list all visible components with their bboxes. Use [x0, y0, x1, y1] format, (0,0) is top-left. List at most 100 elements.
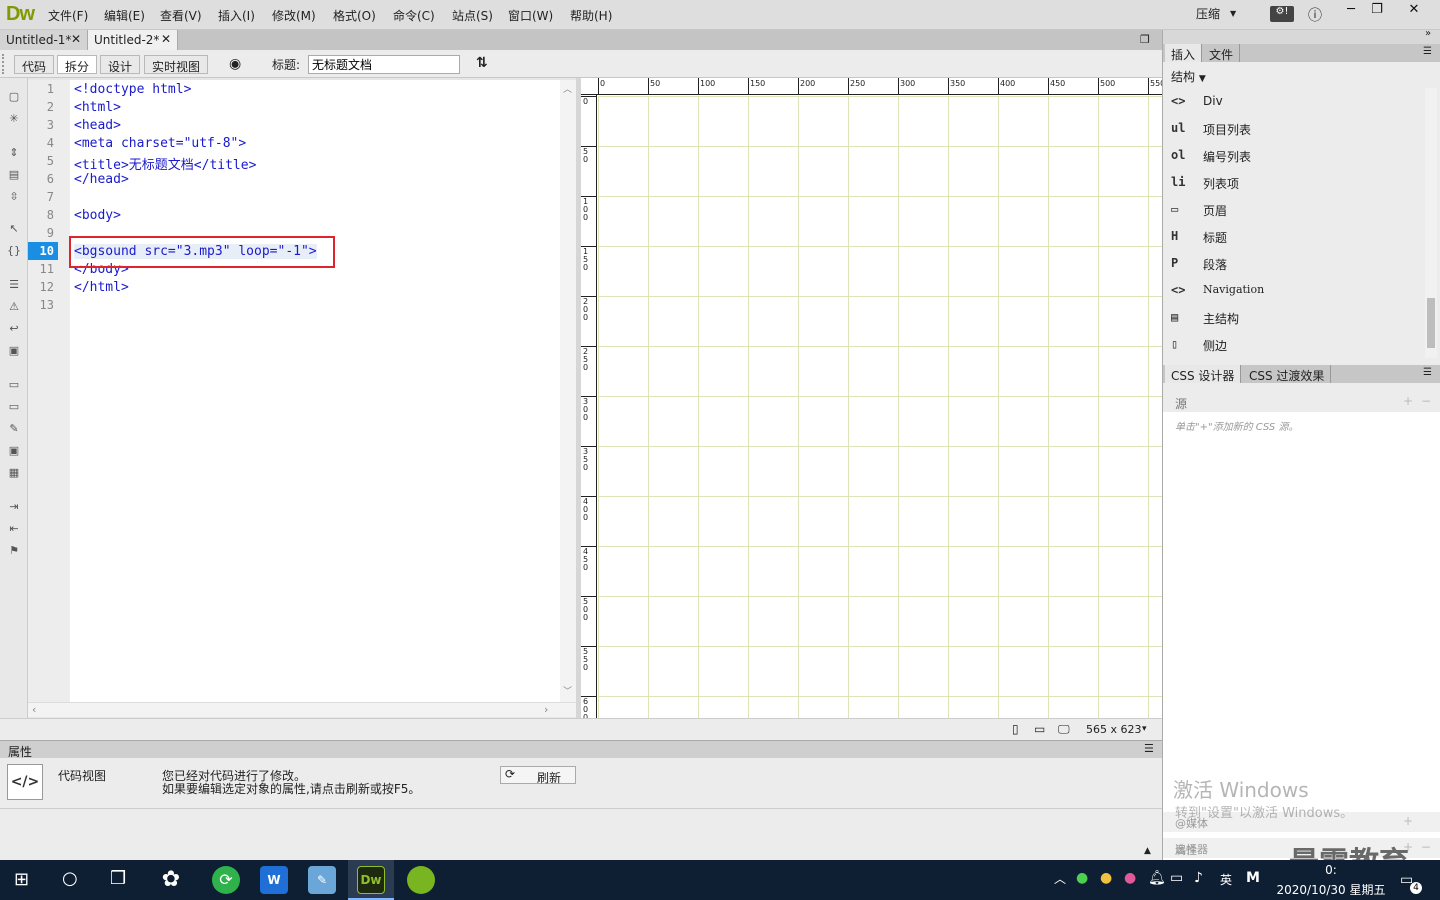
- recent-snippets-icon[interactable]: ▣: [5, 442, 23, 460]
- tab-css-designer[interactable]: CSS 设计器: [1165, 365, 1242, 383]
- network-icon[interactable]: ▭: [1170, 870, 1183, 886]
- info-icon[interactable]: ⓘ: [1308, 5, 1322, 25]
- globe-icon[interactable]: ◉: [229, 56, 241, 72]
- menu-insert[interactable]: 插入(I): [218, 7, 255, 24]
- outdent-code-icon[interactable]: ⇤: [5, 520, 23, 538]
- chevron-down-icon[interactable]: ▼: [1230, 9, 1236, 18]
- remove-comment-icon[interactable]: ▭: [5, 398, 23, 416]
- tab-files[interactable]: 文件: [1203, 44, 1241, 62]
- live-view-button[interactable]: 实时视图: [144, 55, 209, 74]
- insert-div[interactable]: <> Div: [1171, 92, 1431, 114]
- chevron-up-icon[interactable]: ︿: [1054, 870, 1066, 887]
- insert-list-item[interactable]: li 列表项: [1171, 173, 1431, 195]
- window-size-readout[interactable]: 565 x 623: [1086, 723, 1142, 736]
- panel-collapse-bar[interactable]: »: [1163, 28, 1440, 44]
- code-view-button[interactable]: 代码: [14, 55, 55, 74]
- menu-window[interactable]: 窗口(W): [508, 7, 553, 24]
- code-line[interactable]: <body>: [74, 208, 121, 223]
- close-icon[interactable]: ✕: [71, 32, 81, 46]
- watermelon-player-icon[interactable]: [407, 866, 435, 894]
- ime-mode-icon[interactable]: M: [1246, 870, 1260, 886]
- windows-start-icon[interactable]: ⊞: [14, 870, 34, 890]
- insert-navigation[interactable]: <> Navigation: [1171, 281, 1431, 303]
- collapse-tag-icon[interactable]: ⇕: [5, 144, 23, 162]
- panel-menu-icon[interactable]: ☰: [1423, 46, 1432, 57]
- wechat-icon[interactable]: ●: [1076, 870, 1088, 886]
- panel-menu-icon[interactable]: ☰: [1144, 742, 1154, 755]
- collapse-panels-icon[interactable]: »: [1425, 28, 1431, 39]
- collapse-selection-icon[interactable]: ▤: [5, 166, 23, 184]
- insert-ordered-list[interactable]: ol 编号列表: [1171, 146, 1431, 168]
- restore-document-icon[interactable]: ❐: [1140, 33, 1150, 46]
- remove-source-icon[interactable]: −: [1421, 394, 1431, 408]
- expand-all-icon[interactable]: ⇳: [5, 188, 23, 206]
- select-parent-tag-icon[interactable]: ↖: [5, 220, 23, 238]
- menu-edit[interactable]: 编辑(E): [104, 7, 145, 24]
- code-line[interactable]: <head>: [74, 118, 121, 133]
- qq-icon[interactable]: ●: [1100, 870, 1112, 886]
- tab-untitled-2[interactable]: Untitled-2* ✕: [88, 30, 178, 50]
- wrap-tag-icon[interactable]: ✎: [5, 420, 23, 438]
- design-view[interactable]: 0 50 100 150 200 250 300 350 400 450 500 550 0 50 100…: [581, 78, 1165, 722]
- split-view-button[interactable]: 拆分: [57, 55, 98, 74]
- tab-untitled-1[interactable]: Untitled-1* ✕: [0, 30, 88, 50]
- apply-comment-icon[interactable]: ▭: [5, 376, 23, 394]
- task-view-icon[interactable]: ❒: [110, 868, 126, 889]
- open-documents-icon[interactable]: ▢: [5, 88, 23, 106]
- move-css-icon[interactable]: ▦: [5, 464, 23, 482]
- wps-writer-icon[interactable]: W: [260, 866, 288, 894]
- workspace-switcher[interactable]: 压缩: [1196, 5, 1220, 22]
- menu-format[interactable]: 格式(O): [333, 7, 376, 24]
- clock-time[interactable]: 0:: [1276, 863, 1386, 877]
- search-icon[interactable]: ○: [62, 868, 78, 889]
- close-icon[interactable]: ✕: [161, 32, 171, 46]
- close-button[interactable]: ✕: [1394, 0, 1434, 20]
- tab-css-transitions[interactable]: CSS 过渡效果: [1243, 365, 1332, 383]
- add-media-icon[interactable]: +: [1403, 814, 1413, 828]
- code-line[interactable]: </html>: [74, 280, 129, 295]
- gear-icon[interactable]: ⚙!: [1270, 6, 1294, 22]
- browser-icon[interactable]: ⟳: [212, 866, 240, 894]
- notification-bell-icon[interactable]: 🔔︎: [1148, 870, 1166, 886]
- code-line[interactable]: <meta charset="utf-8">: [74, 136, 246, 151]
- dreamweaver-taskbar-icon[interactable]: Dw: [357, 866, 385, 894]
- ime-indicator[interactable]: 英: [1220, 871, 1232, 888]
- sort-icon[interactable]: ⇅: [476, 55, 488, 71]
- syntax-coloring-icon[interactable]: ▣: [5, 342, 23, 360]
- mobile-size-icon[interactable]: ▯: [1012, 722, 1019, 736]
- menu-modify[interactable]: 修改(M): [272, 7, 316, 24]
- code-line[interactable]: <title>无标题文档</title>: [74, 154, 256, 173]
- indent-code-icon[interactable]: ⇥: [5, 498, 23, 516]
- scroll-left-icon[interactable]: ‹: [32, 703, 36, 716]
- title-input[interactable]: [308, 55, 460, 74]
- insert-header[interactable]: ▭ 页眉: [1171, 200, 1431, 222]
- code-line[interactable]: </head>: [74, 172, 129, 187]
- highlight-invalid-code-icon[interactable]: ⚠: [5, 298, 23, 316]
- insert-paragraph[interactable]: P 段落: [1171, 254, 1431, 276]
- restore-button[interactable]: ❐: [1360, 0, 1394, 20]
- balance-braces-icon[interactable]: {}: [5, 242, 23, 260]
- insert-heading[interactable]: H 标题: [1171, 227, 1431, 249]
- scroll-right-icon[interactable]: ›: [544, 703, 548, 716]
- format-source-icon[interactable]: ⚑: [5, 542, 23, 560]
- desktop-size-icon[interactable]: 🖵: [1058, 722, 1070, 737]
- menu-commands[interactable]: 命令(C): [393, 7, 435, 24]
- scroll-thumb[interactable]: [1427, 298, 1435, 348]
- volume-icon[interactable]: ♪: [1194, 870, 1203, 886]
- refresh-button[interactable]: ⟳ 刷新: [500, 766, 576, 785]
- scroll-down-icon[interactable]: ﹀: [563, 684, 572, 697]
- code-vertical-scrollbar[interactable]: ︿ ﹀: [560, 80, 576, 702]
- insert-scrollbar[interactable]: [1425, 88, 1437, 358]
- menu-help[interactable]: 帮助(H): [570, 7, 612, 24]
- add-source-icon[interactable]: +: [1403, 394, 1413, 408]
- menu-view[interactable]: 查看(V): [160, 7, 202, 24]
- menu-file[interactable]: 文件(F): [48, 7, 88, 24]
- insert-main[interactable]: ▤ 主结构: [1171, 308, 1431, 330]
- show-code-navigator-icon[interactable]: ✳: [5, 110, 23, 128]
- code-line[interactable]: <!doctype html>: [74, 82, 191, 97]
- word-wrap-icon[interactable]: ↩: [5, 320, 23, 338]
- design-grid[interactable]: [598, 96, 1162, 718]
- menu-site[interactable]: 站点(S): [452, 7, 493, 24]
- code-line[interactable]: <html>: [74, 100, 121, 115]
- tab-insert[interactable]: 插入: [1165, 44, 1203, 62]
